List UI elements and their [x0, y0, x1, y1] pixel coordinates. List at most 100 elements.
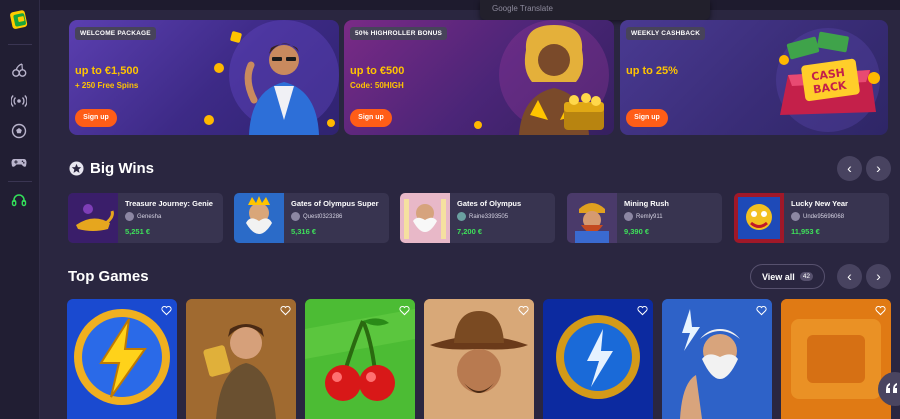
top-games-title: Top Games [68, 268, 149, 285]
promo-subline: Code: 50HIGH [350, 81, 404, 90]
win-game-name: Gates of Olympus Super [291, 199, 379, 208]
win-game-name: Treasure Journey: Genie [125, 199, 213, 208]
signup-button[interactable]: Sign up [75, 109, 117, 127]
game-thumbnail [234, 193, 284, 243]
games-count-badge: 42 [799, 272, 814, 281]
win-amount: 7,200 € [457, 227, 483, 236]
wallet-logo-icon[interactable] [8, 6, 30, 32]
game-thumbnail [734, 193, 784, 243]
avatar [624, 212, 633, 221]
heart-icon[interactable] [756, 305, 767, 316]
promo-badge: WELCOME PACKAGE [75, 27, 156, 40]
promo-welcome-package[interactable]: WELCOME PACKAGE up to €1,500 + 250 Free … [69, 20, 339, 135]
game-tile[interactable] [186, 299, 296, 419]
game-art [424, 299, 534, 419]
win-amount: 5,316 € [291, 227, 317, 236]
promo-headline: up to 25% [626, 65, 678, 77]
heart-icon[interactable] [280, 305, 291, 316]
big-win-card[interactable]: Gates of Olympus Super Quest0323286 5,31… [234, 193, 389, 243]
view-all-button[interactable]: View all 42 [750, 264, 825, 289]
big-win-card[interactable]: Gates of Olympus Raine3393505 7,200 € [400, 193, 555, 243]
game-tile[interactable] [781, 299, 891, 419]
win-amount: 5,251 € [125, 227, 151, 236]
big-wins-title: Big Wins [90, 160, 155, 177]
game-art [662, 299, 772, 419]
chevron-right-icon: › [876, 268, 881, 284]
game-thumbnail [400, 193, 450, 243]
win-user: Genesha [125, 212, 161, 221]
big-wins-next-button[interactable]: › [866, 156, 891, 181]
win-game-name: Lucky New Year [791, 199, 848, 208]
game-art [186, 299, 296, 419]
football-icon[interactable] [11, 123, 27, 139]
top-games-next-button[interactable]: › [866, 264, 891, 289]
google-translate-label: Google Translate [492, 4, 553, 13]
promo-headline: up to €1,500 [75, 65, 139, 77]
google-translate-popup[interactable]: Google Translate [480, 0, 710, 20]
promo-weekly-cashback[interactable]: CASH BACK WEEKLY CASHBACK up to 25% Sign… [620, 20, 888, 135]
win-game-name: Mining Rush [624, 199, 669, 208]
game-thumbnail [68, 193, 118, 243]
win-amount: 9,390 € [624, 227, 650, 236]
promo-character-art [204, 20, 339, 135]
big-win-card[interactable]: Mining Rush Remly911 9,390 € [567, 193, 722, 243]
game-art [74, 309, 170, 405]
win-username: Genesha [137, 213, 162, 220]
win-user: Raine3393505 [457, 212, 508, 221]
game-tile[interactable] [305, 299, 415, 419]
live-broadcast-icon[interactable] [11, 93, 27, 109]
heart-icon[interactable] [875, 305, 886, 316]
game-art [781, 299, 891, 419]
headset-support-icon[interactable] [11, 192, 27, 208]
game-tile[interactable] [67, 299, 177, 419]
promo-highroller-bonus[interactable]: 50% HIGHROLLER BONUS up to €500 Code: 50… [344, 20, 614, 135]
heart-icon[interactable] [399, 305, 410, 316]
view-all-label: View all [761, 271, 795, 282]
chevron-right-icon: › [876, 160, 881, 176]
top-games-prev-button[interactable]: ‹ [837, 264, 862, 289]
game-tile[interactable] [543, 299, 653, 419]
win-user: Quest0323286 [291, 212, 342, 221]
chevron-left-icon: ‹ [847, 268, 852, 284]
game-art [305, 299, 415, 419]
avatar [791, 212, 800, 221]
promo-character-art [474, 20, 609, 135]
chat-quote-icon [886, 383, 897, 393]
game-thumbnail [567, 193, 617, 243]
win-username: Quest0323286 [303, 213, 343, 220]
avatar [125, 212, 134, 221]
promo-subline: + 250 Free Spins [75, 81, 139, 90]
game-art [543, 299, 653, 419]
avatar [457, 212, 466, 221]
win-amount: 11,953 € [791, 227, 820, 236]
big-wins-prev-button[interactable]: ‹ [837, 156, 862, 181]
top-bar [40, 0, 900, 10]
big-wins-icon [69, 161, 84, 176]
cherries-icon[interactable] [11, 62, 27, 78]
heart-icon[interactable] [161, 305, 172, 316]
win-user: Unde95696068 [791, 212, 844, 221]
win-username: Unde95696068 [803, 213, 845, 220]
cashback-chest-art: CASH BACK [776, 28, 880, 132]
promo-badge: WEEKLY CASHBACK [626, 27, 706, 40]
game-tile[interactable] [424, 299, 534, 419]
sidebar [0, 0, 40, 419]
win-user: Remly911 [624, 212, 663, 221]
avatar [291, 212, 300, 221]
sidebar-divider [8, 181, 32, 182]
gamepad-icon[interactable] [11, 154, 27, 170]
signup-button[interactable]: Sign up [350, 109, 392, 127]
win-game-name: Gates of Olympus [457, 199, 522, 208]
win-username: Raine3393505 [469, 213, 509, 220]
heart-icon[interactable] [518, 305, 529, 316]
promo-badge: 50% HIGHROLLER BONUS [350, 27, 448, 40]
win-username: Remly911 [636, 213, 663, 220]
sidebar-divider [8, 44, 32, 45]
signup-button[interactable]: Sign up [626, 109, 668, 127]
big-win-card[interactable]: Treasure Journey: Genie Genesha 5,251 € [68, 193, 223, 243]
game-tile[interactable] [662, 299, 772, 419]
heart-icon[interactable] [637, 305, 648, 316]
promo-headline: up to €500 [350, 65, 405, 77]
chevron-left-icon: ‹ [847, 160, 852, 176]
big-win-card[interactable]: Lucky New Year Unde95696068 11,953 € [734, 193, 889, 243]
